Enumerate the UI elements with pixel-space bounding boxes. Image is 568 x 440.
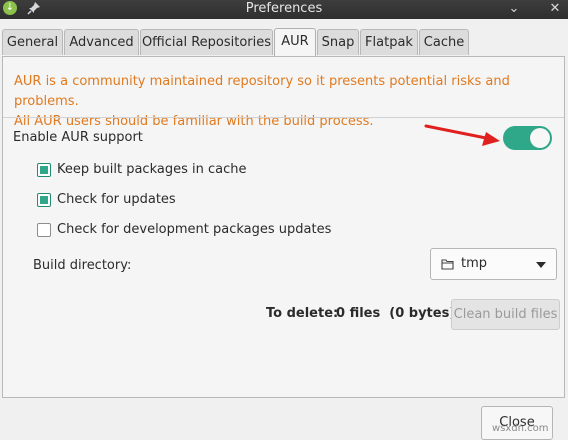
toggle-knob — [530, 128, 550, 148]
window-title: Preferences — [245, 1, 323, 16]
dev-updates-label: Check for development packages updates — [57, 222, 332, 237]
build-directory-label: Build directory: — [33, 258, 132, 273]
build-directory-value: tmp — [461, 256, 488, 271]
tab-snap[interactable]: Snap — [317, 29, 359, 55]
tab-bar: General Advanced Official Repositories A… — [0, 28, 568, 56]
tab-cache[interactable]: Cache — [419, 29, 469, 55]
check-updates-label: Check for updates — [57, 192, 176, 207]
watermark: wsxdn.com — [492, 423, 549, 434]
red-arrow — [424, 124, 500, 146]
folder-icon — [441, 259, 454, 270]
enable-aur-toggle[interactable] — [503, 126, 552, 150]
check-updates-checkbox[interactable] — [37, 193, 51, 207]
tab-advanced[interactable]: Advanced — [64, 29, 139, 55]
to-delete-label: To delete: — [266, 306, 339, 321]
caret-down-icon — [536, 262, 546, 268]
enable-aur-label: Enable AUR support — [13, 130, 143, 145]
to-delete-value: 0 files (0 bytes) — [336, 306, 456, 321]
chevron-down-icon[interactable]: ⌄ — [505, 0, 523, 18]
warning-line-1: AUR is a community maintained repository… — [14, 74, 510, 109]
keep-cache-label: Keep built packages in cache — [57, 162, 247, 177]
tab-aur[interactable]: AUR — [274, 28, 316, 56]
close-icon[interactable]: ✕ — [546, 0, 564, 18]
tab-official-repositories[interactable]: Official Repositories — [140, 29, 273, 55]
tab-flatpak[interactable]: Flatpak — [360, 29, 418, 55]
clean-build-files-button[interactable]: Clean build files — [451, 299, 560, 330]
build-directory-select[interactable]: tmp — [430, 248, 557, 280]
keep-cache-checkbox[interactable] — [37, 163, 51, 177]
title-bar: ↓ Preferences ⌄ ✕ — [0, 0, 568, 19]
dev-updates-checkbox[interactable] — [37, 223, 51, 237]
tab-general[interactable]: General — [2, 29, 63, 55]
